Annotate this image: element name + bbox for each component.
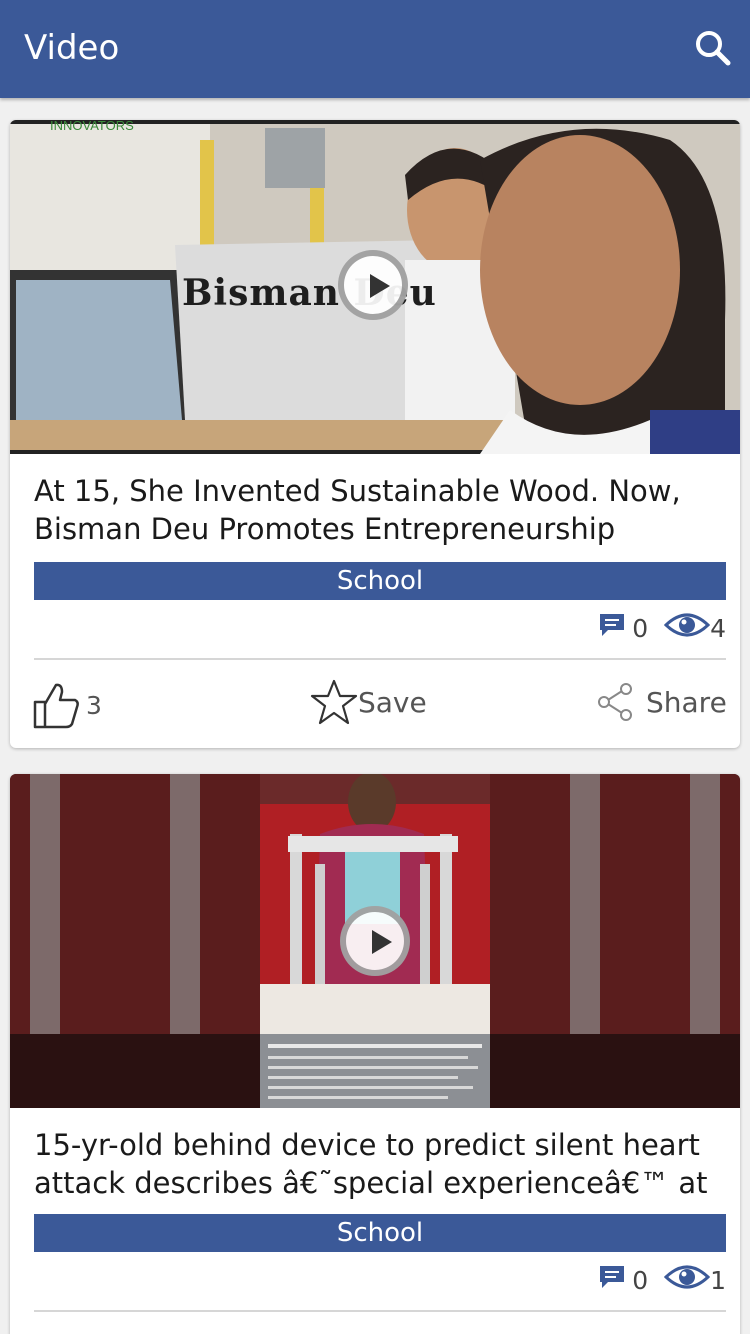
video-thumbnail[interactable]: INNOVATORS Bisman Deu — [10, 120, 740, 454]
video-title[interactable]: At 15, She Invented Sustainable Wood. No… — [34, 472, 724, 548]
comment-icon — [598, 1264, 626, 1296]
comment-icon — [598, 612, 626, 644]
comment-count: 0 — [632, 613, 649, 643]
card-divider — [34, 1310, 726, 1312]
view-count: 1 — [710, 1265, 726, 1295]
save-button[interactable]: Save — [310, 678, 427, 726]
share-label: Share — [646, 685, 727, 719]
save-label: Save — [358, 685, 427, 719]
video-feed[interactable]: INNOVATORS Bisman Deu At 15, She Invente… — [0, 98, 750, 1334]
star-icon — [310, 678, 358, 726]
video-card[interactable]: INNOVATORS Bisman Deu At 15, She Invente… — [10, 120, 740, 748]
share-button[interactable]: Share — [596, 682, 727, 722]
like-count: 3 — [86, 690, 102, 720]
view-count: 4 — [710, 613, 726, 643]
comment-count: 0 — [632, 1265, 649, 1295]
play-button[interactable] — [338, 250, 408, 320]
thumbs-up-icon — [32, 680, 80, 730]
video-stats: 0 1 — [598, 1262, 726, 1298]
search-icon[interactable] — [690, 24, 738, 72]
like-button[interactable]: 3 — [32, 680, 102, 730]
category-badge[interactable]: School — [34, 1214, 726, 1252]
category-badge[interactable]: School — [34, 562, 726, 600]
page-title: Video — [24, 28, 120, 68]
video-stats: 0 4 — [598, 610, 726, 646]
views-icon — [663, 611, 711, 645]
share-icon — [596, 682, 636, 722]
video-card[interactable]: 15-yr-old behind device to predict silen… — [10, 774, 740, 1334]
video-thumbnail[interactable] — [10, 774, 740, 1108]
views-icon — [663, 1263, 711, 1297]
card-divider — [34, 658, 726, 660]
app-bar: Video — [0, 0, 750, 98]
play-button[interactable] — [340, 906, 410, 976]
video-title[interactable]: 15-yr-old behind device to predict silen… — [34, 1126, 724, 1202]
video-watermark: INNOVATORS — [50, 120, 134, 133]
